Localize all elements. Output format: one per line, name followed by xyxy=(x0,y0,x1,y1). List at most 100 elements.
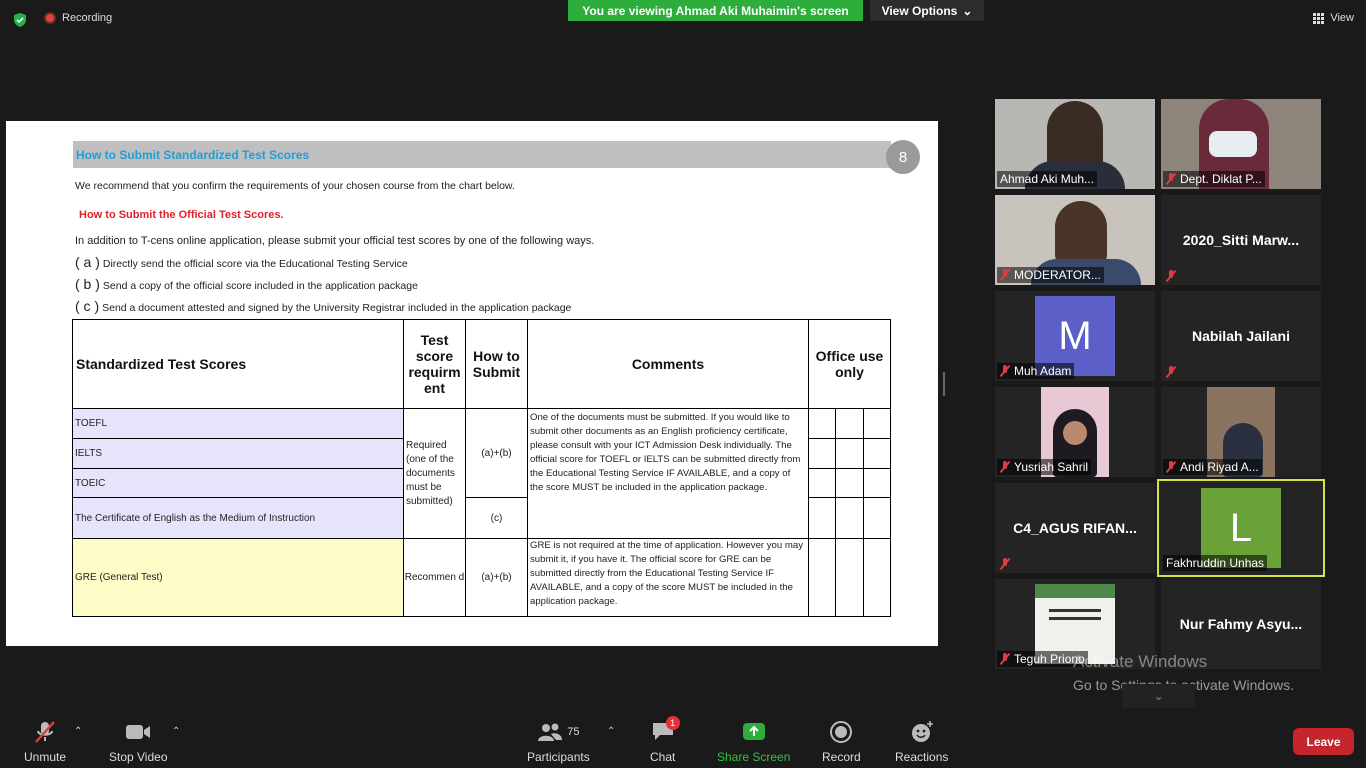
header-test-scores: Standardized Test Scores xyxy=(72,319,404,409)
header-requirement: Test score requirm ent xyxy=(403,319,466,409)
doc-title: How to Submit Standardized Test Scores xyxy=(76,148,310,162)
chat-unread-badge: 1 xyxy=(665,716,680,730)
option-letter: ( a ) xyxy=(75,254,100,270)
zoom-meeting-window: Recording You are viewing Ahmad Aki Muha… xyxy=(0,0,1366,768)
office-cell xyxy=(807,468,837,498)
participants-options-caret[interactable]: ⌃ xyxy=(607,726,615,737)
participant-video xyxy=(1209,131,1257,157)
participant-name-display: C4_AGUS RIFAN... xyxy=(1013,520,1137,536)
unmute-label: Unmute xyxy=(24,750,67,764)
active-speaker-tile[interactable]: L Fakhruddin Unhas xyxy=(1157,479,1325,577)
stop-video-button[interactable]: Stop Video xyxy=(109,720,168,764)
participant-name: Dept. Diklat P... xyxy=(1180,172,1262,186)
option-letter: ( c ) xyxy=(75,298,100,314)
shield-icon[interactable] xyxy=(12,12,28,28)
shared-screen-document: How to Submit Standardized Test Scores 8… xyxy=(6,121,938,646)
participant-tile[interactable]: C4_AGUS RIFAN... xyxy=(995,483,1155,573)
mic-muted-icon xyxy=(1166,270,1176,282)
table-row: TOEFL Required (one of the documents mus… xyxy=(72,408,892,539)
share-screen-button[interactable]: Share Screen xyxy=(717,720,790,764)
participant-name-label: Andi Riyad A... xyxy=(1163,459,1262,475)
recording-indicator[interactable]: Recording xyxy=(44,12,112,24)
activate-windows-title: Activate Windows xyxy=(1073,652,1208,671)
participant-video xyxy=(1063,421,1087,445)
how-to-submit-ab: (a)+(b) xyxy=(465,408,528,498)
participants-count: 75 xyxy=(567,726,580,738)
participant-tile[interactable]: 2020_Sitti Marw... xyxy=(1161,195,1321,285)
row-label-toefl: TOEFL xyxy=(72,408,404,439)
participant-name-label: Dept. Diklat P... xyxy=(1163,171,1265,187)
leave-button[interactable]: Leave xyxy=(1293,728,1354,755)
participant-tile[interactable]: M Muh Adam xyxy=(995,291,1155,381)
smiley-plus-icon xyxy=(911,721,933,742)
participant-tile[interactable]: Yusriah Sahril xyxy=(995,387,1155,477)
participant-name-label: MODERATOR... xyxy=(997,267,1104,283)
doc-option-c: ( c ) Send a document attested and signed… xyxy=(75,298,571,314)
office-cell xyxy=(835,538,864,617)
participant-name-label: Fakhruddin Unhas xyxy=(1163,555,1268,571)
share-screen-label: Share Screen xyxy=(717,750,791,764)
view-options-button[interactable]: View Options ⌄ xyxy=(870,0,984,21)
office-cell xyxy=(835,408,864,439)
grid-view-icon xyxy=(1313,12,1325,24)
participant-name: Fakhruddin Unhas xyxy=(1166,556,1265,570)
participant-name-display: 2020_Sitti Marw... xyxy=(1182,232,1300,248)
chat-label: Chat xyxy=(650,750,676,764)
record-icon xyxy=(830,721,853,743)
participant-name: Yusriah Sahril xyxy=(1014,460,1089,474)
office-cell xyxy=(862,408,892,439)
office-cell xyxy=(862,438,892,469)
row-label-ielts: IELTS xyxy=(72,438,404,469)
participants-label: Participants xyxy=(527,750,590,764)
participant-name: Muh Adam xyxy=(1014,364,1072,378)
unmute-button[interactable]: Unmute xyxy=(24,720,66,764)
mic-muted-icon xyxy=(1166,366,1176,378)
participant-video xyxy=(1055,201,1107,265)
image-text-line xyxy=(1049,609,1101,612)
gallery-scroll-down-button[interactable]: ⌄ xyxy=(1122,684,1195,708)
stop-video-label: Stop Video xyxy=(109,750,168,764)
row-label-certificate: The Certificate of English as the Medium… xyxy=(72,497,404,539)
office-cell xyxy=(862,538,892,617)
participants-button[interactable]: 75 Participants xyxy=(527,720,590,764)
comment-gre: GRE is not required at the time of appli… xyxy=(527,538,809,617)
office-cell xyxy=(807,497,837,539)
requirement-required: Required (one of the documents must be s… xyxy=(403,408,466,539)
mic-muted-icon xyxy=(1166,461,1176,473)
mic-muted-icon xyxy=(1166,173,1176,185)
option-text: Send a copy of the official score includ… xyxy=(102,280,418,292)
office-cell xyxy=(807,408,837,439)
mic-muted-icon xyxy=(1000,365,1010,377)
share-screen-icon xyxy=(742,723,765,740)
chat-icon-wrapper: 1 xyxy=(651,716,680,744)
record-dot-icon xyxy=(44,12,56,24)
view-button[interactable]: View xyxy=(1313,12,1354,24)
participant-tile[interactable]: Ahmad Aki Muh... xyxy=(995,99,1155,189)
participant-name-display: Nabilah Jailani xyxy=(1191,328,1291,344)
recording-label: Recording xyxy=(62,12,113,24)
participant-name: MODERATOR... xyxy=(1014,268,1101,282)
chat-button[interactable]: 1 Chat xyxy=(650,716,680,764)
participant-name-label: Ahmad Aki Muh... xyxy=(997,171,1098,187)
requirement-recommend: Recommen d xyxy=(403,538,466,617)
participant-name-label xyxy=(1163,269,1179,283)
leaf-decoration xyxy=(1035,584,1115,598)
participant-tile[interactable]: MODERATOR... xyxy=(995,195,1155,285)
audio-options-caret[interactable]: ⌃ xyxy=(74,726,82,737)
participant-tile[interactable]: Andi Riyad A... xyxy=(1161,387,1321,477)
chevron-down-icon: ⌄ xyxy=(962,3,973,18)
participant-name: Andi Riyad A... xyxy=(1180,460,1259,474)
table-row: GRE (General Test) Recommen d (a)+(b) GR… xyxy=(72,538,892,617)
viewing-screen-banner: You are viewing Ahmad Aki Muhaimin's scr… xyxy=(568,0,863,21)
panel-resize-handle[interactable] xyxy=(943,372,945,396)
page-number-badge: 8 xyxy=(886,140,920,174)
reactions-button[interactable]: Reactions xyxy=(895,720,948,764)
video-options-caret[interactable]: ⌃ xyxy=(172,726,180,737)
participant-tile[interactable]: Nabilah Jailani xyxy=(1161,291,1321,381)
reactions-label: Reactions xyxy=(895,750,949,764)
participant-tile[interactable]: Dept. Diklat P... xyxy=(1161,99,1321,189)
office-cell xyxy=(835,468,864,498)
participant-name-label: Muh Adam xyxy=(997,363,1075,379)
participants-icon xyxy=(538,723,563,741)
record-button[interactable]: Record xyxy=(822,720,861,764)
